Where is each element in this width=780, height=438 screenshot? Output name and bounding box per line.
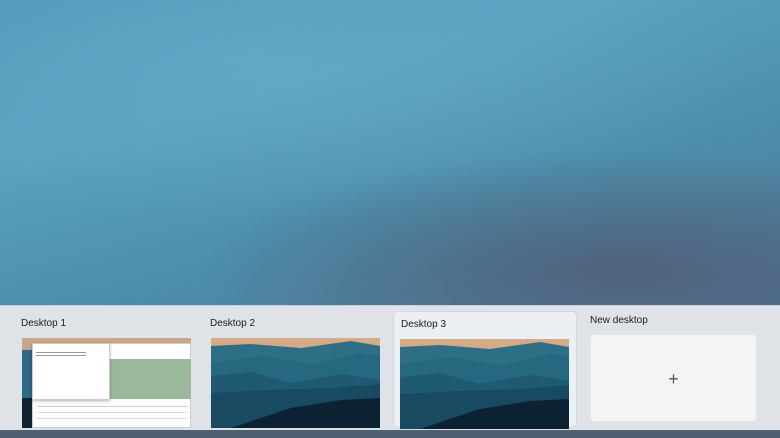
desktop-card-3[interactable]: Desktop 3 (393, 311, 577, 434)
desktop-wallpaper (0, 0, 780, 305)
new-desktop-label: New desktop (590, 315, 648, 326)
desktop-card-2[interactable]: Desktop 2 (203, 311, 387, 428)
plus-icon: + (668, 369, 679, 389)
desktop-label: Desktop 1 (21, 318, 67, 329)
desktop-thumbnail (400, 339, 569, 429)
desktop-label: Desktop 3 (401, 319, 447, 330)
task-view-desktops-bar: Desktop 1 Desktop 2 Desktop 3 New deskto… (0, 305, 780, 434)
new-desktop-button[interactable]: + (590, 334, 757, 422)
wallpaper-thumbnail (400, 339, 569, 429)
text-editor-window (32, 343, 110, 400)
taskbar-edge (0, 430, 780, 438)
desktop-thumbnail (211, 338, 380, 428)
desktop-thumbnail (22, 338, 191, 428)
desktop-label: Desktop 2 (210, 318, 256, 329)
desktop-card-1[interactable]: Desktop 1 (14, 311, 198, 428)
wallpaper-thumbnail (211, 338, 380, 428)
